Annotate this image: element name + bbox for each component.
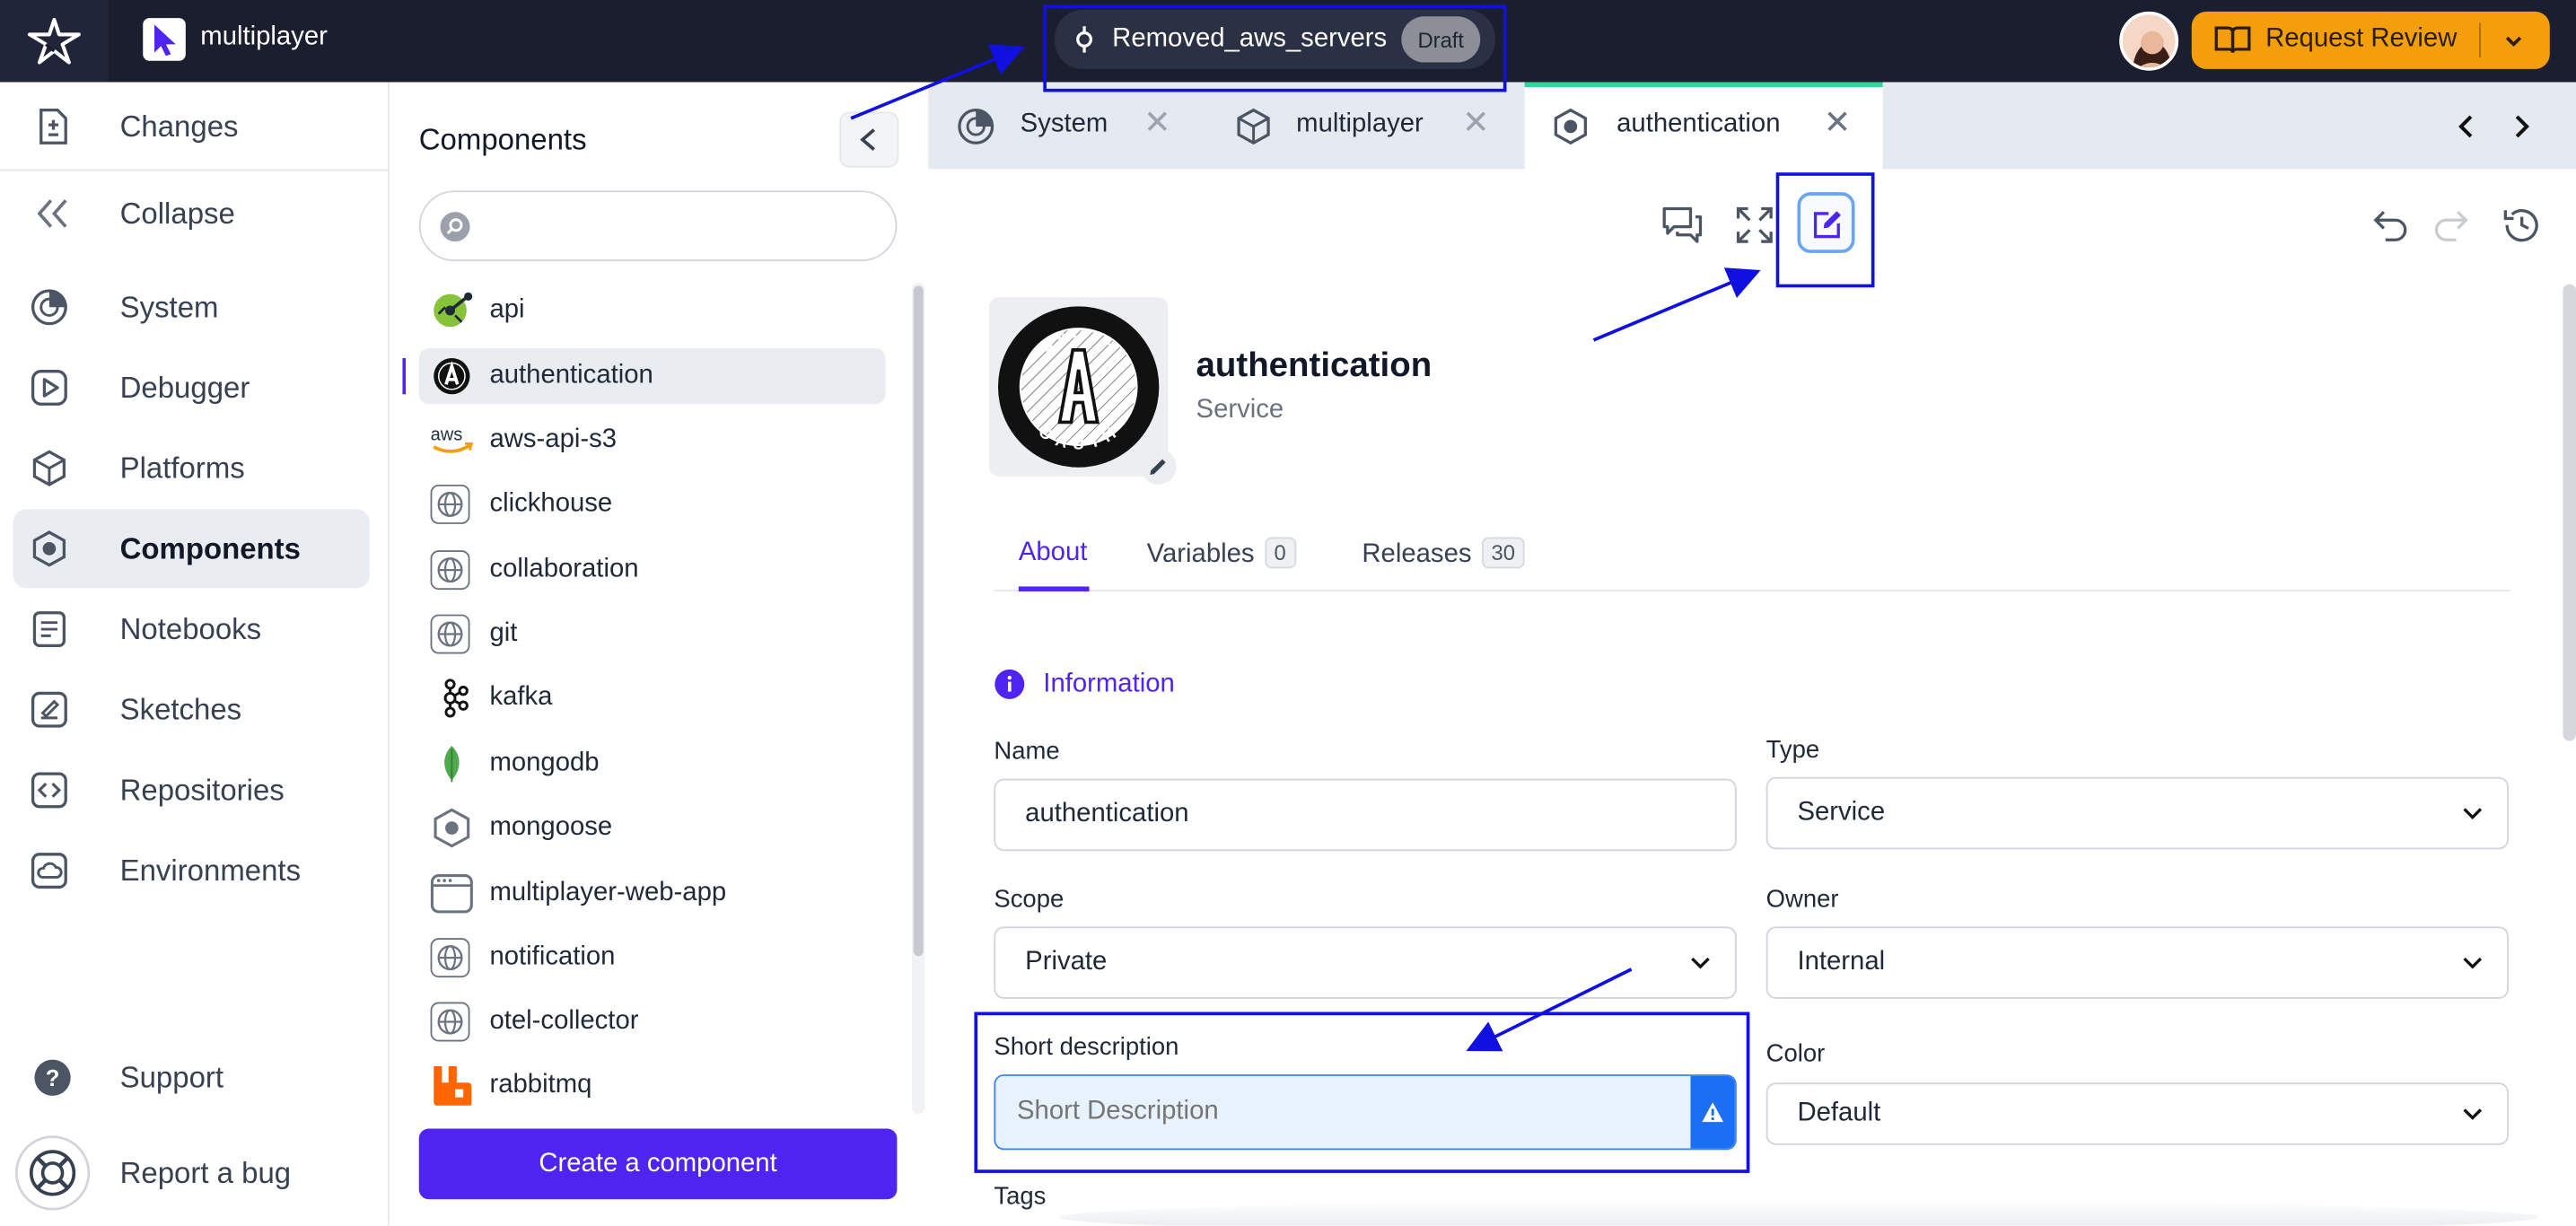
annotation-arrows (850, 44, 1761, 1052)
